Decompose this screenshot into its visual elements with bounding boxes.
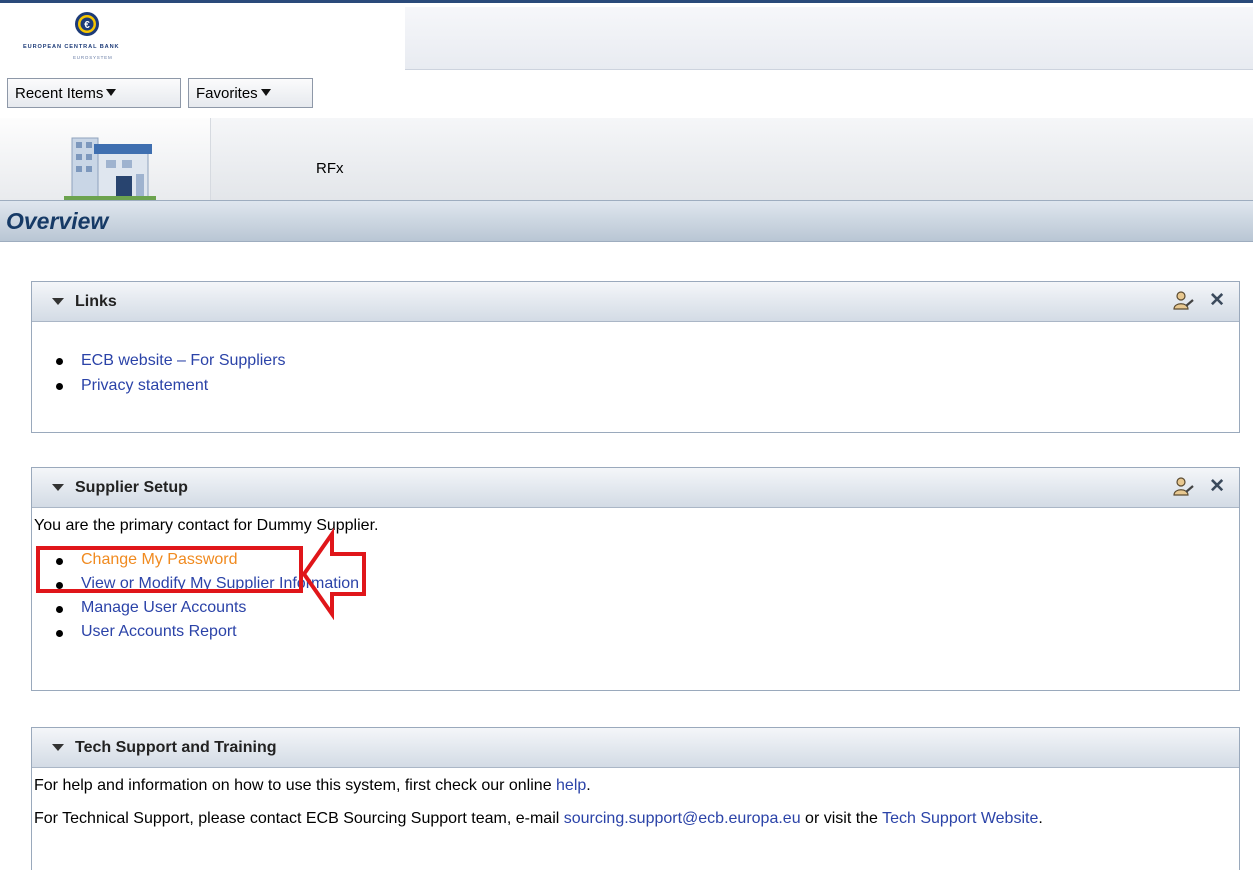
- triangle-down-icon[interactable]: [52, 298, 64, 305]
- links-portlet: Links ✕ ECB website – For Suppliers Priv…: [31, 281, 1240, 433]
- favorites-button[interactable]: Favorites: [188, 78, 313, 108]
- user-edit-icon[interactable]: [1173, 476, 1195, 498]
- header-banner: [405, 7, 1253, 70]
- primary-contact-text: You are the primary contact for Dummy Su…: [34, 517, 379, 534]
- supplier-setup-portlet: Supplier Setup ✕ You are the primary con…: [31, 467, 1240, 691]
- help-text-end: .: [586, 777, 591, 794]
- list-item: User Accounts Report: [32, 620, 1239, 644]
- change-password-link[interactable]: Change My Password: [81, 551, 238, 568]
- page-header: Overview: [0, 200, 1253, 242]
- chevron-down-icon: [106, 89, 117, 96]
- ecb-emblem-icon: €: [75, 12, 99, 36]
- list-item: Privacy statement: [32, 373, 1239, 398]
- page-title: Overview: [6, 208, 109, 234]
- tab-bar: RFx: [0, 118, 1253, 200]
- portlet-title: Links: [75, 293, 117, 310]
- portlet-title: Tech Support and Training: [75, 739, 277, 756]
- user-edit-icon[interactable]: [1173, 290, 1195, 312]
- portlet-header: Links ✕: [32, 282, 1239, 322]
- links-list: ECB website – For Suppliers Privacy stat…: [32, 348, 1239, 398]
- logo-subtitle: EUROSYSTEM: [73, 55, 113, 60]
- ecb-website-link[interactable]: ECB website – For Suppliers: [81, 352, 286, 369]
- svg-text:€: €: [84, 20, 90, 31]
- favorites-label: Favorites: [196, 85, 258, 102]
- support-text-prefix: For Technical Support, please contact EC…: [34, 810, 564, 827]
- help-link[interactable]: help: [556, 777, 586, 794]
- list-item: View or Modify My Supplier Information: [32, 572, 1239, 596]
- home-tab[interactable]: [0, 118, 211, 200]
- list-item: Manage User Accounts: [32, 596, 1239, 620]
- portlet-header: Tech Support and Training: [32, 728, 1239, 768]
- tab-rfx[interactable]: RFx: [316, 160, 344, 177]
- list-item: ECB website – For Suppliers: [32, 348, 1239, 373]
- support-email-link[interactable]: sourcing.support@ecb.europa.eu: [564, 810, 801, 827]
- close-icon[interactable]: ✕: [1209, 290, 1225, 312]
- recent-items-button[interactable]: Recent Items: [7, 78, 181, 108]
- top-border: [0, 0, 1253, 3]
- triangle-down-icon[interactable]: [52, 744, 64, 751]
- close-icon[interactable]: ✕: [1209, 476, 1225, 498]
- supplier-links-list: Change My Password View or Modify My Sup…: [32, 548, 1239, 644]
- portlet-title: Supplier Setup: [75, 479, 188, 496]
- help-text: For help and information on how to use t…: [34, 775, 1239, 797]
- support-text: For Technical Support, please contact EC…: [34, 810, 1224, 828]
- view-modify-supplier-link[interactable]: View or Modify My Supplier Information: [81, 575, 359, 592]
- chevron-down-icon: [260, 89, 271, 96]
- manage-user-accounts-link[interactable]: Manage User Accounts: [81, 599, 246, 616]
- support-text-mid: or visit the: [800, 810, 883, 827]
- portlet-header: Supplier Setup ✕: [32, 468, 1239, 508]
- tech-support-website-link[interactable]: Tech Support Website: [882, 810, 1038, 827]
- building-icon: [64, 137, 156, 200]
- user-accounts-report-link[interactable]: User Accounts Report: [81, 623, 237, 640]
- triangle-down-icon[interactable]: [52, 484, 64, 491]
- navigation-bar: Recent Items Favorites: [0, 71, 1253, 115]
- ecb-logo: € EUROPEAN CENTRAL BANK EUROSYSTEM: [9, 7, 405, 69]
- logo-name: EUROPEAN CENTRAL BANK: [23, 44, 120, 50]
- recent-items-label: Recent Items: [15, 85, 104, 102]
- tech-support-portlet: Tech Support and Training For help and i…: [31, 727, 1240, 870]
- support-text-end: .: [1038, 810, 1043, 827]
- list-item: Change My Password: [32, 548, 1239, 572]
- help-text-prefix: For help and information on how to use t…: [34, 777, 557, 794]
- privacy-statement-link[interactable]: Privacy statement: [81, 377, 208, 394]
